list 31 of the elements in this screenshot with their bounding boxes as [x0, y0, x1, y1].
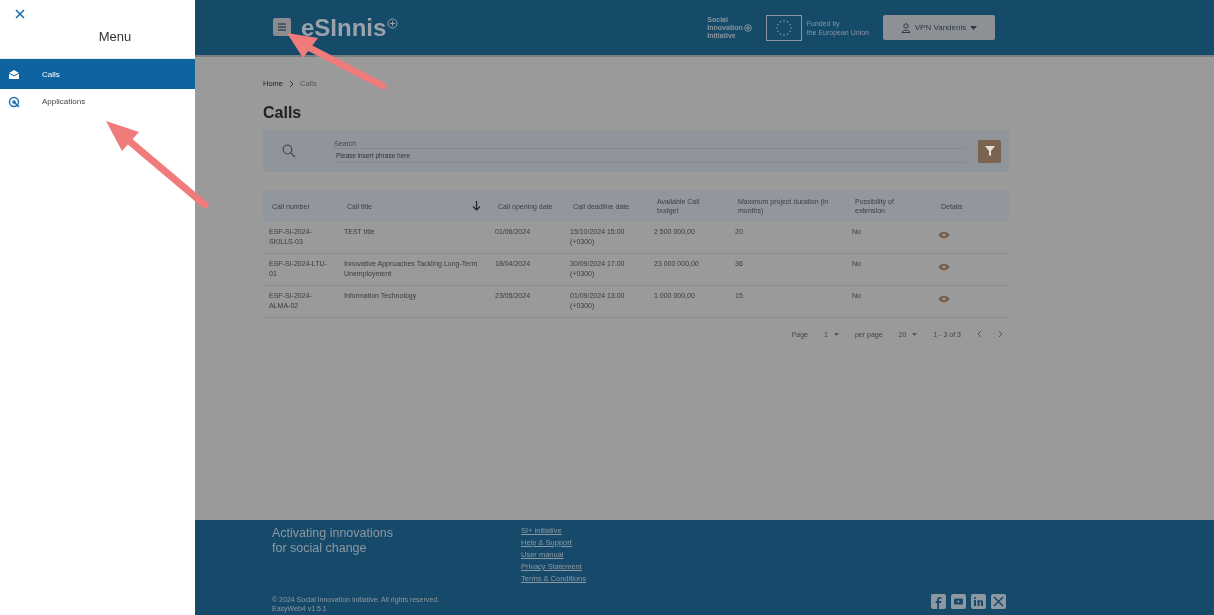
chevron-right-icon: [289, 79, 294, 88]
close-icon[interactable]: [15, 9, 25, 19]
eye-icon[interactable]: [938, 231, 950, 239]
caret-icon: [970, 25, 978, 30]
plus-circle-icon: [387, 17, 399, 29]
filter-button[interactable]: [978, 139, 1001, 163]
x-icon[interactable]: [991, 594, 1006, 609]
user-icon: [900, 22, 911, 33]
eu-flag-icon: [765, 14, 802, 41]
plus-circle-icon: [743, 23, 752, 32]
next-page-icon[interactable]: [998, 330, 1003, 338]
page-title: Calls: [263, 104, 303, 122]
footer-tagline: Activating innovations for social change: [272, 526, 394, 556]
previous-page-icon[interactable]: [977, 330, 982, 338]
menu-item[interactable]: Calls: [0, 59, 195, 89]
sort-arrow-icon[interactable]: [472, 201, 481, 211]
youtube-icon[interactable]: [951, 594, 966, 609]
envelope-icon: [8, 68, 20, 80]
search-icon: [282, 144, 296, 158]
menu-icon[interactable]: [273, 17, 291, 36]
caret-icon: [833, 332, 839, 336]
user-button[interactable]: VPN Vandenis: [883, 15, 995, 40]
facebook-icon[interactable]: [931, 594, 946, 609]
eye-icon[interactable]: [938, 295, 950, 303]
caret-icon: [912, 332, 918, 336]
filter-icon: [984, 146, 995, 156]
target-icon: [8, 95, 20, 108]
menu-item[interactable]: Applications: [0, 89, 195, 114]
linkedin-icon[interactable]: [971, 594, 986, 609]
logo-text[interactable]: eSInnis: [301, 13, 387, 42]
eye-icon[interactable]: [938, 263, 950, 271]
